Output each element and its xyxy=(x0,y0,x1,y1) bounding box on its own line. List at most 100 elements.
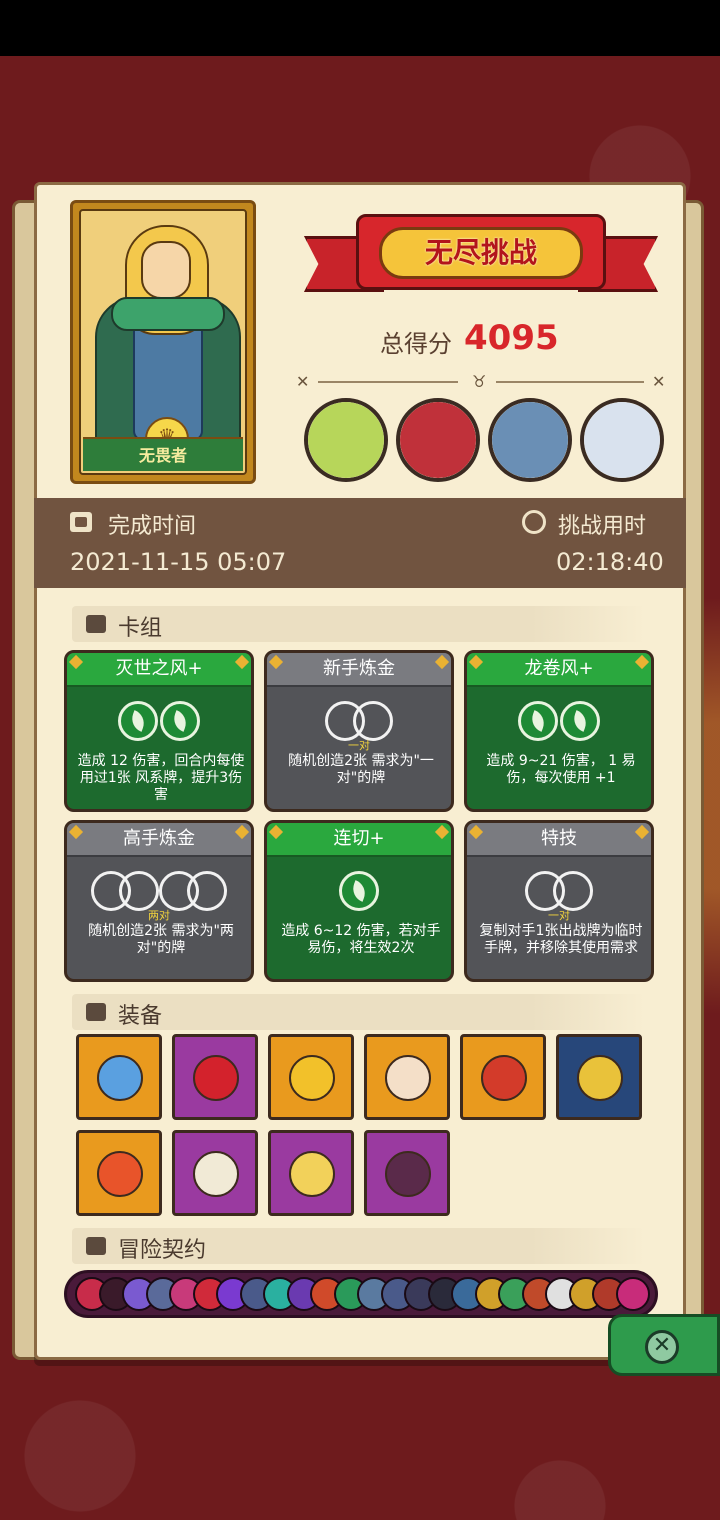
phoenix-feather-icon xyxy=(97,1151,143,1197)
dice-slot-icon xyxy=(119,871,159,911)
boss-avatar[interactable] xyxy=(580,398,664,482)
score-row: 总得分 4095 xyxy=(380,318,620,362)
card-description: 造成 6~12 伤害，若对手 易伤，将生效2次 xyxy=(281,923,441,956)
card-cost xyxy=(67,701,251,741)
info-band: 完成时间 2021-11-15 05:07 挑战用时 02:18:40 xyxy=(34,498,686,588)
deck-card[interactable]: 特技一对 复制对手1张出战牌为临时手牌，并移除其使用需求 xyxy=(464,820,654,982)
deck-card[interactable]: 高手炼金 两对 随机创造2张 需求为"两对"的牌 xyxy=(64,820,254,982)
card-requirement: 一对 xyxy=(348,739,370,752)
tribal-mask-item[interactable] xyxy=(460,1034,546,1120)
score-label: 总得分 xyxy=(380,330,452,358)
red-crystal-item[interactable] xyxy=(172,1034,258,1120)
phoenix-feather-item[interactable] xyxy=(76,1130,162,1216)
gold-coin-item[interactable] xyxy=(268,1034,354,1120)
card-requirement: 两对 xyxy=(148,909,170,922)
duration-label: 挑战用时 xyxy=(558,514,647,539)
wind-gem-icon xyxy=(518,701,558,741)
boss-avatar[interactable] xyxy=(396,398,480,482)
divider-line-right xyxy=(496,381,644,383)
dice-slot-icon xyxy=(353,701,393,741)
deck-card[interactable]: 连切+ 造成 6~12 伤害，若对手 易伤，将生效2次 xyxy=(264,820,454,982)
card-title: 龙卷风+ xyxy=(467,653,651,687)
equipment-header: 装备 xyxy=(72,994,646,1030)
deck-card[interactable]: 新手炼金一对 随机创造2张 需求为"一对"的牌 xyxy=(264,650,454,812)
hero-art: ♛ 无畏者 xyxy=(79,209,247,475)
card-title: 灭世之风+ xyxy=(67,653,251,687)
boss-art xyxy=(308,402,384,478)
contracts-header: 冒险契约 xyxy=(72,1228,646,1264)
contract-strip[interactable] xyxy=(64,1270,658,1318)
wind-gem-icon xyxy=(560,701,600,741)
blue-slime-icon xyxy=(97,1055,143,1101)
close-button[interactable]: ✕ xyxy=(608,1314,720,1376)
card-description: 复制对手1张出战牌为临时手牌，并移除其使用需求 xyxy=(479,923,643,956)
duration-value: 02:18:40 xyxy=(556,548,664,576)
cards-icon xyxy=(86,615,106,633)
donut-icon xyxy=(385,1055,431,1101)
card-title: 新手炼金 xyxy=(267,653,451,687)
card-title: 连切+ xyxy=(267,823,451,857)
crossed-swords-icon: ✕ xyxy=(652,372,666,391)
ribbon-main: 无尽挑战 xyxy=(356,214,606,290)
boss-divider: ✕ ♉ ✕ xyxy=(296,372,668,392)
blue-slime-item[interactable] xyxy=(76,1034,162,1120)
dark-armor-icon xyxy=(385,1151,431,1197)
close-icon: ✕ xyxy=(645,1330,679,1364)
crossed-swords-icon: ✕ xyxy=(296,372,310,391)
calendar-icon xyxy=(70,512,92,532)
card-description: 随机创造2张 需求为"一对"的牌 xyxy=(288,753,434,786)
boss-list xyxy=(304,398,664,488)
deck-title: 卡组 xyxy=(118,616,163,641)
mirror-item[interactable] xyxy=(268,1130,354,1216)
card-title: 高手炼金 xyxy=(67,823,251,857)
box-icon xyxy=(86,1003,106,1021)
status-bar xyxy=(0,0,720,56)
hero-scarf xyxy=(111,297,225,331)
fang-icon xyxy=(193,1151,239,1197)
boss-avatar[interactable] xyxy=(488,398,572,482)
dice-slot-icon xyxy=(187,871,227,911)
gold-coin-icon xyxy=(289,1055,335,1101)
divider-line-left xyxy=(318,381,458,383)
card-cost xyxy=(467,701,651,741)
hero-face xyxy=(141,241,191,299)
wind-gem-icon xyxy=(118,701,158,741)
finish-time-label: 完成时间 xyxy=(108,514,197,539)
contract-icon xyxy=(615,1277,650,1311)
deck-card[interactable]: 灭世之风+ 造成 12 伤害，回合内每使用过1张 风系牌，提升3伤害 xyxy=(64,650,254,812)
deck-card[interactable]: 龙卷风+ 造成 9~21 伤害， 1 易伤，每次使用 +1 xyxy=(464,650,654,812)
finish-time-value: 2021-11-15 05:07 xyxy=(70,548,287,576)
title-ribbon: 无尽挑战 xyxy=(300,206,662,312)
wind-gem-icon xyxy=(160,701,200,741)
card-cost xyxy=(67,871,251,911)
card-requirement: 一对 xyxy=(548,909,570,922)
boss-avatar[interactable] xyxy=(304,398,388,482)
wind-gem-icon xyxy=(339,871,379,911)
card-cost xyxy=(267,871,451,911)
card-title: 特技 xyxy=(467,823,651,857)
fang-item[interactable] xyxy=(172,1130,258,1216)
card-description: 造成 9~21 伤害， 1 易伤，每次使用 +1 xyxy=(486,753,636,786)
contracts-title: 冒险契约 xyxy=(118,1238,207,1263)
card-cost xyxy=(267,701,451,741)
tribal-mask-icon xyxy=(481,1055,527,1101)
boss-art xyxy=(584,402,660,478)
stopwatch-icon xyxy=(522,510,546,534)
mode-title: 无尽挑战 xyxy=(379,227,583,279)
card-description: 造成 12 伤害，回合内每使用过1张 风系牌，提升3伤害 xyxy=(77,753,245,803)
boss-art xyxy=(400,402,476,478)
dark-armor-item[interactable] xyxy=(364,1130,450,1216)
hero-portrait[interactable]: ♛ 无畏者 xyxy=(70,200,256,484)
gold-helmet-icon xyxy=(577,1055,623,1101)
gold-helmet-item[interactable] xyxy=(556,1034,642,1120)
donut-item[interactable] xyxy=(364,1034,450,1120)
boss-art xyxy=(492,402,568,478)
person-icon xyxy=(86,1237,106,1255)
horned-skull-icon: ♉ xyxy=(472,372,487,391)
score-value: 4095 xyxy=(464,318,559,358)
red-crystal-icon xyxy=(193,1055,239,1101)
hero-name: 无畏者 xyxy=(83,437,243,471)
mirror-icon xyxy=(289,1151,335,1197)
equipment-title: 装备 xyxy=(118,1004,163,1029)
card-cost xyxy=(467,871,651,911)
